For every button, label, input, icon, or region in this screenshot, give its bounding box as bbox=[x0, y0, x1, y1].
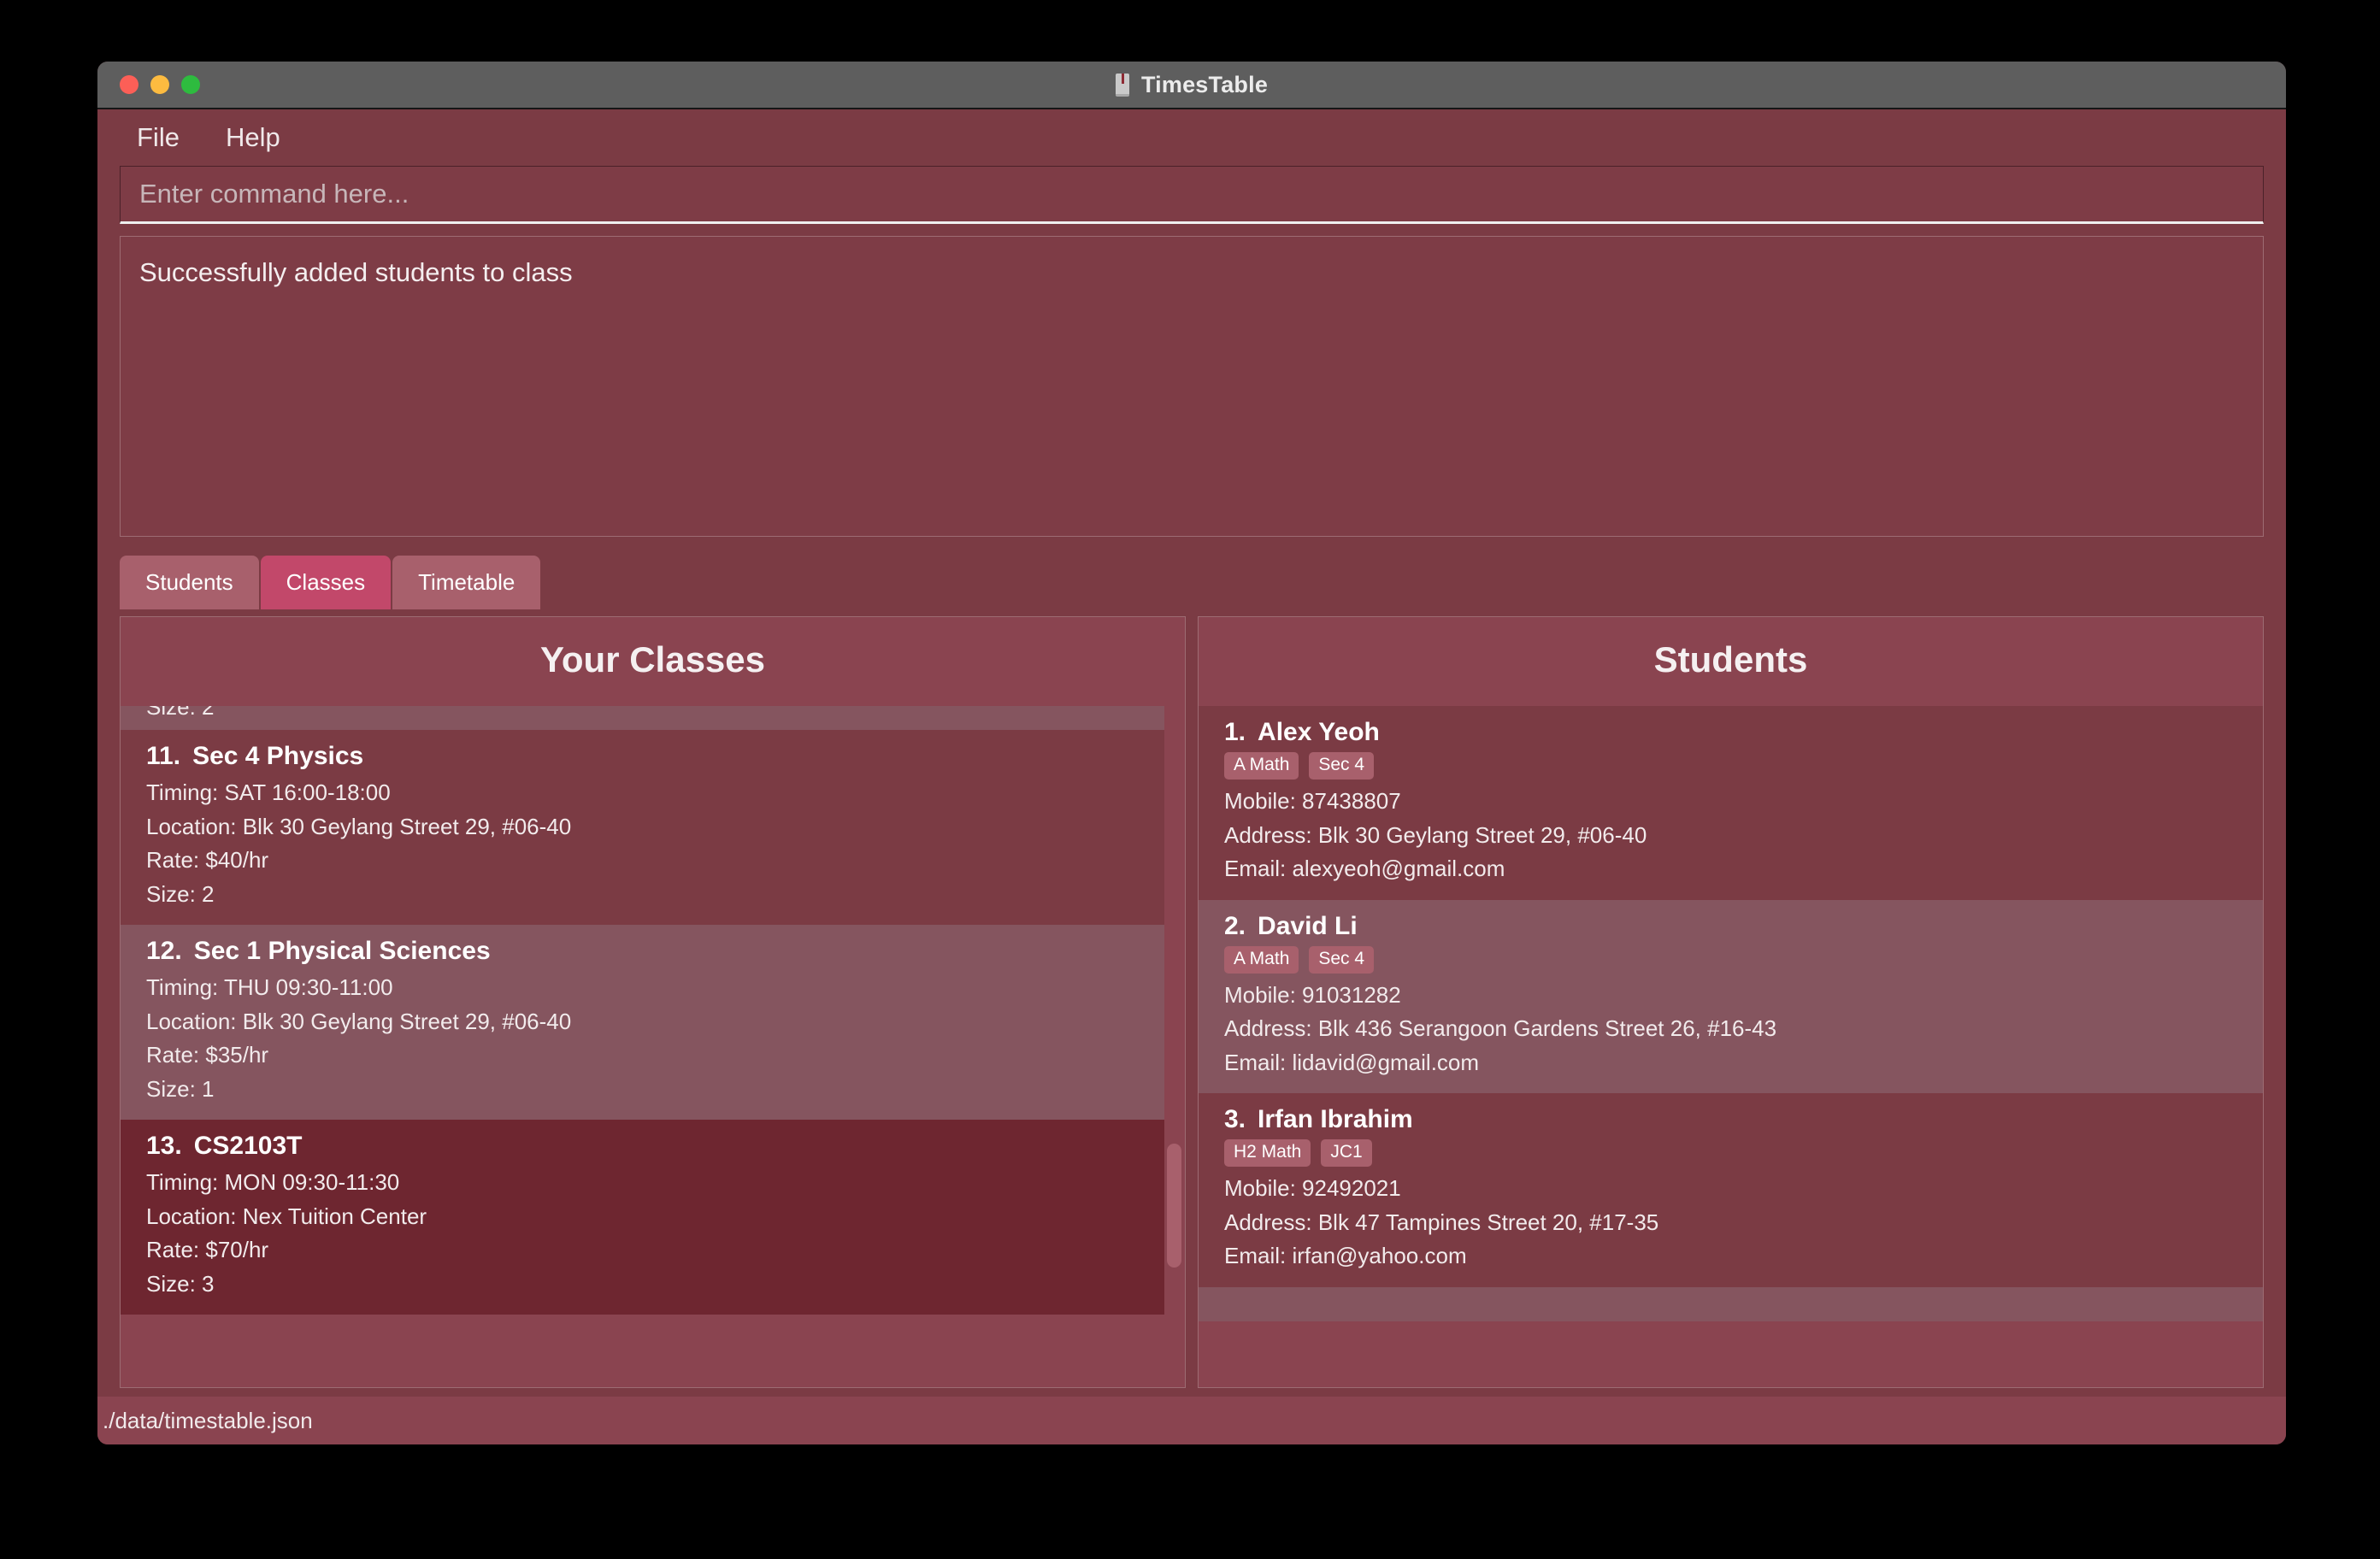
app-window: TimesTable File Help Enter command here.… bbox=[97, 62, 2286, 1444]
student-name: David Li bbox=[1258, 911, 1358, 940]
class-size: Size: 2 bbox=[146, 706, 215, 720]
menu-item-help[interactable]: Help bbox=[207, 117, 299, 158]
status-badge: A Math bbox=[1224, 945, 1299, 974]
students-list[interactable]: 1. Alex Yeoh A Math Sec 4 Mobile: 8743880… bbox=[1199, 706, 2263, 1387]
class-timing: Timing: SAT 16:00-18:00 bbox=[146, 780, 391, 805]
class-index: 11. bbox=[146, 742, 181, 770]
menu-bar: File Help bbox=[97, 109, 2286, 166]
student-address: Address: Blk 47 Tampines Street 20, #17-… bbox=[1224, 1209, 1659, 1235]
list-item[interactable]: 1. Alex Yeoh A Math Sec 4 Mobile: 8743880… bbox=[1199, 706, 2263, 900]
class-name: CS2103T bbox=[193, 1132, 303, 1161]
class-size: Size: 1 bbox=[146, 1075, 215, 1102]
result-display: Successfully added students to class bbox=[120, 236, 2264, 537]
tab-students[interactable]: Students bbox=[120, 556, 259, 609]
window-title: TimesTable bbox=[1140, 71, 1269, 97]
status-badge: A Math bbox=[1224, 752, 1299, 780]
student-address: Address: Blk 436 Serangoon Gardens Stree… bbox=[1224, 1015, 1777, 1042]
status-badge: Sec 4 bbox=[1309, 752, 1375, 780]
status-file-path: ./data/timestable.json bbox=[103, 1407, 313, 1433]
status-badge: H2 Math bbox=[1224, 1139, 1311, 1168]
class-rate: Rate: $35/hr bbox=[146, 1042, 269, 1068]
student-name: Irfan Ibrahim bbox=[1258, 1105, 1413, 1134]
students-panel-title: Students bbox=[1653, 639, 1808, 679]
student-tags: A Math Sec 4 bbox=[1224, 945, 2237, 974]
student-email: Email: alexyeoh@gmail.com bbox=[1224, 856, 1505, 882]
content-panels: Your Classes Size: 2 11. Sec 4 Physics Ti… bbox=[97, 609, 2286, 1388]
student-email: Email: lidavid@gmail.com bbox=[1224, 1049, 1480, 1075]
status-badge: JC1 bbox=[1321, 1139, 1372, 1168]
student-mobile: Mobile: 91031282 bbox=[1224, 981, 1401, 1008]
classes-scrollbar-thumb[interactable] bbox=[1167, 1144, 1181, 1268]
class-size: Size: 3 bbox=[146, 1270, 215, 1297]
status-bar: ./data/timestable.json bbox=[97, 1397, 2286, 1444]
student-tags: A Math Sec 4 bbox=[1224, 752, 2237, 780]
list-item[interactable] bbox=[1199, 1286, 2263, 1321]
tab-timetable[interactable]: Timetable bbox=[392, 556, 541, 609]
class-size: Size: 2 bbox=[146, 880, 215, 907]
student-mobile: Mobile: 92492021 bbox=[1224, 1175, 1401, 1202]
class-rate: Rate: $40/hr bbox=[146, 847, 269, 874]
class-index: 12. bbox=[146, 937, 182, 966]
class-timing: Timing: THU 09:30-11:00 bbox=[146, 974, 393, 1001]
class-header: 13. CS2103T bbox=[146, 1132, 1159, 1161]
list-item[interactable]: 13. CS2103T Timing: MON 09:30-11:30 Locat… bbox=[121, 1120, 1185, 1315]
student-index: 1. bbox=[1224, 718, 1246, 746]
list-item[interactable]: 3. Irfan Ibrahim H2 Math JC1 Mobile: 9249… bbox=[1199, 1093, 2263, 1287]
student-header: 3. Irfan Ibrahim bbox=[1224, 1105, 2237, 1134]
class-name: Sec 1 Physical Sciences bbox=[193, 937, 491, 966]
class-index: 13. bbox=[146, 1132, 182, 1161]
student-email: Email: irfan@yahoo.com bbox=[1224, 1243, 1467, 1269]
class-rate: Rate: $70/hr bbox=[146, 1237, 269, 1263]
class-timing: Timing: MON 09:30-11:30 bbox=[146, 1169, 400, 1196]
class-header: 12. Sec 1 Physical Sciences bbox=[146, 937, 1159, 966]
status-badge: Sec 4 bbox=[1309, 945, 1375, 974]
list-item[interactable]: 2. David Li A Math Sec 4 Mobile: 91031282… bbox=[1199, 899, 2263, 1094]
class-name: Sec 4 Physics bbox=[192, 742, 364, 770]
student-name: Alex Yeoh bbox=[1258, 718, 1380, 746]
list-item[interactable]: 11. Sec 4 Physics Timing: SAT 16:00-18:00… bbox=[121, 730, 1185, 926]
class-location: Location: Blk 30 Geylang Street 29, #06-… bbox=[146, 1008, 572, 1034]
command-input[interactable]: Enter command here... bbox=[120, 166, 2264, 224]
list-item[interactable]: 12. Sec 1 Physical Sciences Timing: THU 0… bbox=[121, 925, 1185, 1121]
tab-bar: Students Classes Timetable bbox=[97, 537, 2286, 609]
command-placeholder: Enter command here... bbox=[139, 179, 409, 209]
title-bar: TimesTable bbox=[97, 62, 2286, 109]
student-address: Address: Blk 30 Geylang Street 29, #06-4… bbox=[1224, 821, 1647, 848]
book-icon bbox=[1115, 74, 1129, 97]
student-index: 3. bbox=[1224, 1105, 1246, 1134]
student-index: 2. bbox=[1224, 911, 1246, 940]
menu-item-file[interactable]: File bbox=[118, 117, 198, 158]
classes-panel: Your Classes Size: 2 11. Sec 4 Physics Ti… bbox=[120, 616, 1186, 1388]
student-header: 1. Alex Yeoh bbox=[1224, 718, 2237, 747]
student-mobile: Mobile: 87438807 bbox=[1224, 788, 1401, 814]
list-item[interactable]: Size: 2 bbox=[121, 706, 1185, 730]
class-header: 11. Sec 4 Physics bbox=[146, 742, 1159, 771]
classes-list[interactable]: Size: 2 11. Sec 4 Physics Timing: SAT 16:… bbox=[121, 706, 1185, 1387]
students-panel: Students 1. Alex Yeoh A Math Sec 4 Mobile… bbox=[1198, 616, 2264, 1388]
class-location: Location: Blk 30 Geylang Street 29, #06-… bbox=[146, 813, 572, 839]
classes-panel-title: Your Classes bbox=[539, 639, 765, 679]
student-header: 2. David Li bbox=[1224, 912, 2237, 941]
result-area: Successfully added students to class bbox=[97, 224, 2286, 537]
classes-scrollbar[interactable] bbox=[1164, 706, 1185, 1387]
class-location: Location: Nex Tuition Center bbox=[146, 1203, 427, 1229]
student-tags: H2 Math JC1 bbox=[1224, 1139, 2237, 1168]
window-title-group: TimesTable bbox=[97, 72, 2286, 98]
tab-classes[interactable]: Classes bbox=[260, 556, 392, 609]
command-area: Enter command here... bbox=[97, 166, 2286, 224]
result-message: Successfully added students to class bbox=[139, 257, 573, 287]
